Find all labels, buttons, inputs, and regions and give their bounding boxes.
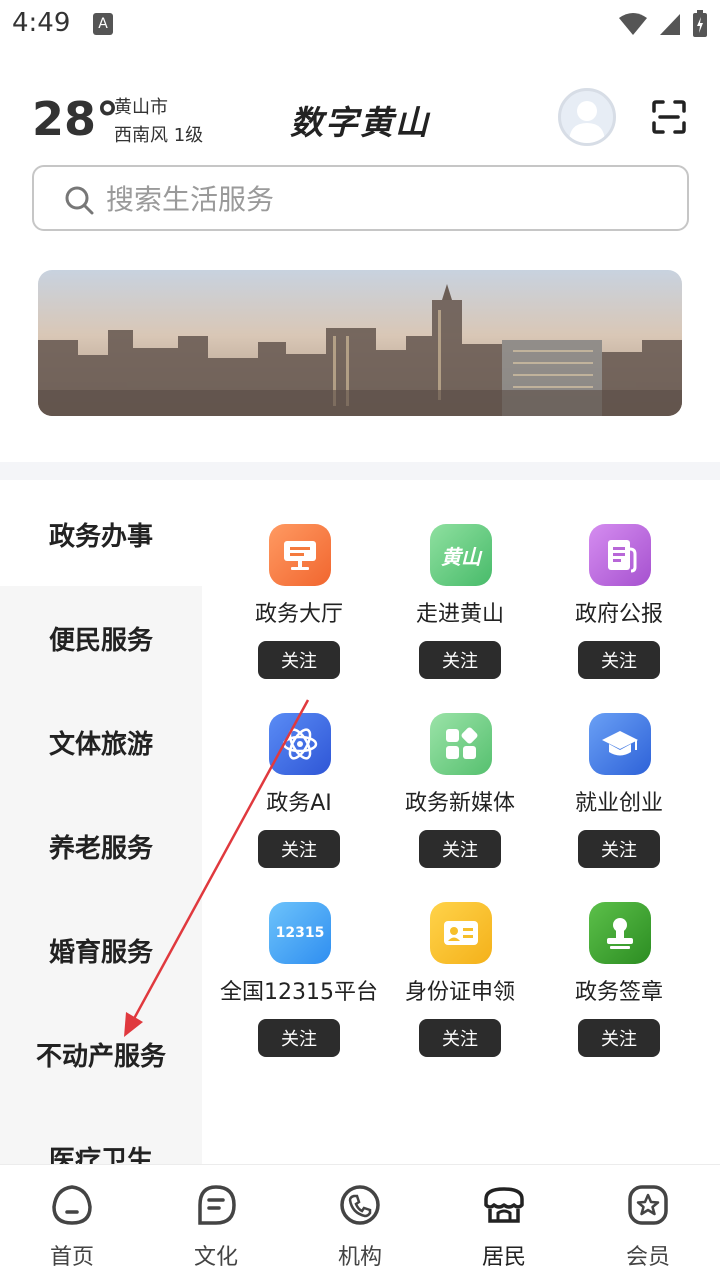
nav-label: 会员 — [625, 1245, 670, 1270]
service-label: 就业创业 — [574, 791, 663, 816]
category-item[interactable]: 文体旅游 — [0, 690, 202, 794]
graduation-cap-icon — [589, 713, 651, 775]
service-tile[interactable]: 身份证申领 关注 — [380, 860, 540, 1057]
category-item[interactable]: 不动产服务 — [0, 1002, 202, 1106]
service-tile[interactable]: 政务AI 关注 — [219, 671, 379, 868]
nav-label: 居民 — [481, 1245, 526, 1270]
service-tile[interactable]: 政务新媒体 关注 — [380, 671, 540, 868]
search-bar[interactable] — [32, 165, 689, 231]
status-time: 4:49 — [12, 8, 71, 38]
city-skyline-banner[interactable] — [38, 270, 682, 416]
nav-label: 首页 — [49, 1245, 94, 1270]
category-label: 文体旅游 — [48, 729, 153, 760]
category-sidebar: 政务办事 便民服务 文体旅游 养老服务 婚育服务 不动产服务 医疗卫生 — [0, 482, 202, 1164]
apps-grid-icon — [430, 713, 492, 775]
service-label: 政务新媒体 — [404, 791, 515, 816]
category-item[interactable]: 婚育服务 — [0, 898, 202, 1002]
nav-member[interactable]: 会员 — [576, 1165, 720, 1280]
nav-culture[interactable]: 文化 — [144, 1165, 288, 1280]
nav-label: 机构 — [337, 1245, 382, 1270]
stamp-icon — [589, 902, 651, 964]
scan-icon[interactable] — [651, 99, 687, 135]
category-label: 婚育服务 — [48, 937, 153, 968]
notification-icon: A — [93, 13, 113, 35]
category-label: 养老服务 — [48, 833, 153, 864]
battery-icon — [693, 10, 707, 37]
hotline-12315-icon: 12315 — [269, 902, 331, 964]
nav-resident[interactable]: 居民 — [432, 1165, 576, 1280]
category-label: 政务办事 — [48, 521, 153, 552]
service-label: 政务大厅 — [254, 602, 343, 627]
category-item[interactable]: 养老服务 — [0, 794, 202, 898]
category-item[interactable]: 政务办事 — [0, 482, 202, 586]
avatar[interactable] — [558, 88, 616, 146]
service-grid: 政务大厅 关注 黄山 走进黄山 关注 政府公报 关注 政务AI 关注 政务新媒体… — [202, 482, 720, 1164]
id-card-icon — [430, 902, 492, 964]
service-tile[interactable]: 就业创业 关注 — [539, 671, 699, 868]
category-label: 不动产服务 — [35, 1041, 166, 1072]
document-icon — [589, 524, 651, 586]
service-label: 政府公报 — [574, 602, 663, 627]
service-tile[interactable]: 政务签章 关注 — [539, 860, 699, 1057]
huangshan-logo-icon: 黄山 — [430, 524, 492, 586]
user-avatar-icon — [569, 101, 605, 143]
resident-icon — [484, 1187, 524, 1223]
temperature: 28° — [32, 92, 120, 146]
weather-city: 黄山市 — [114, 97, 168, 118]
service-label: 身份证申领 — [404, 980, 515, 1005]
signal-icon — [660, 14, 680, 35]
nav-home[interactable]: 首页 — [0, 1165, 144, 1280]
nav-label: 文化 — [193, 1245, 238, 1270]
section-divider — [0, 462, 720, 480]
service-label: 全国12315平台 — [220, 980, 378, 1005]
follow-button[interactable]: 关注 — [258, 1019, 340, 1057]
category-item[interactable]: 便民服务 — [0, 586, 202, 690]
service-label: 走进黄山 — [415, 602, 504, 627]
monitor-icon — [269, 524, 331, 586]
category-label: 医疗卫生 — [48, 1145, 153, 1165]
follow-button[interactable]: 关注 — [419, 1019, 501, 1057]
service-tile[interactable]: 政府公报 关注 — [539, 482, 699, 679]
status-bar: 4:49 A — [0, 0, 720, 50]
category-label: 便民服务 — [48, 625, 153, 656]
nav-institution[interactable]: 机构 — [288, 1165, 432, 1280]
category-item[interactable]: 医疗卫生 — [0, 1106, 202, 1165]
service-tile[interactable]: 黄山 走进黄山 关注 — [380, 482, 540, 679]
follow-button[interactable]: 关注 — [578, 1019, 660, 1057]
skyline-image — [38, 270, 682, 416]
bottom-nav: 首页 文化 机构 居民 会员 — [0, 1164, 720, 1280]
service-label: 政务AI — [266, 791, 332, 816]
status-icons — [618, 10, 708, 38]
member-star-icon — [628, 1185, 668, 1225]
service-tile[interactable]: 政务大厅 关注 — [219, 482, 379, 679]
atom-icon — [269, 713, 331, 775]
service-tile[interactable]: 12315 全国12315平台 关注 — [219, 860, 379, 1057]
wifi-icon — [619, 13, 647, 35]
app-title-logo: 数字黄山 — [290, 103, 430, 142]
search-icon — [65, 186, 94, 215]
phone-icon — [340, 1185, 380, 1225]
culture-icon — [198, 1185, 236, 1225]
search-input[interactable] — [106, 177, 666, 221]
weather-wind: 西南风 1级 — [114, 125, 204, 146]
service-label: 政务签章 — [574, 980, 663, 1005]
home-icon — [52, 1185, 92, 1225]
